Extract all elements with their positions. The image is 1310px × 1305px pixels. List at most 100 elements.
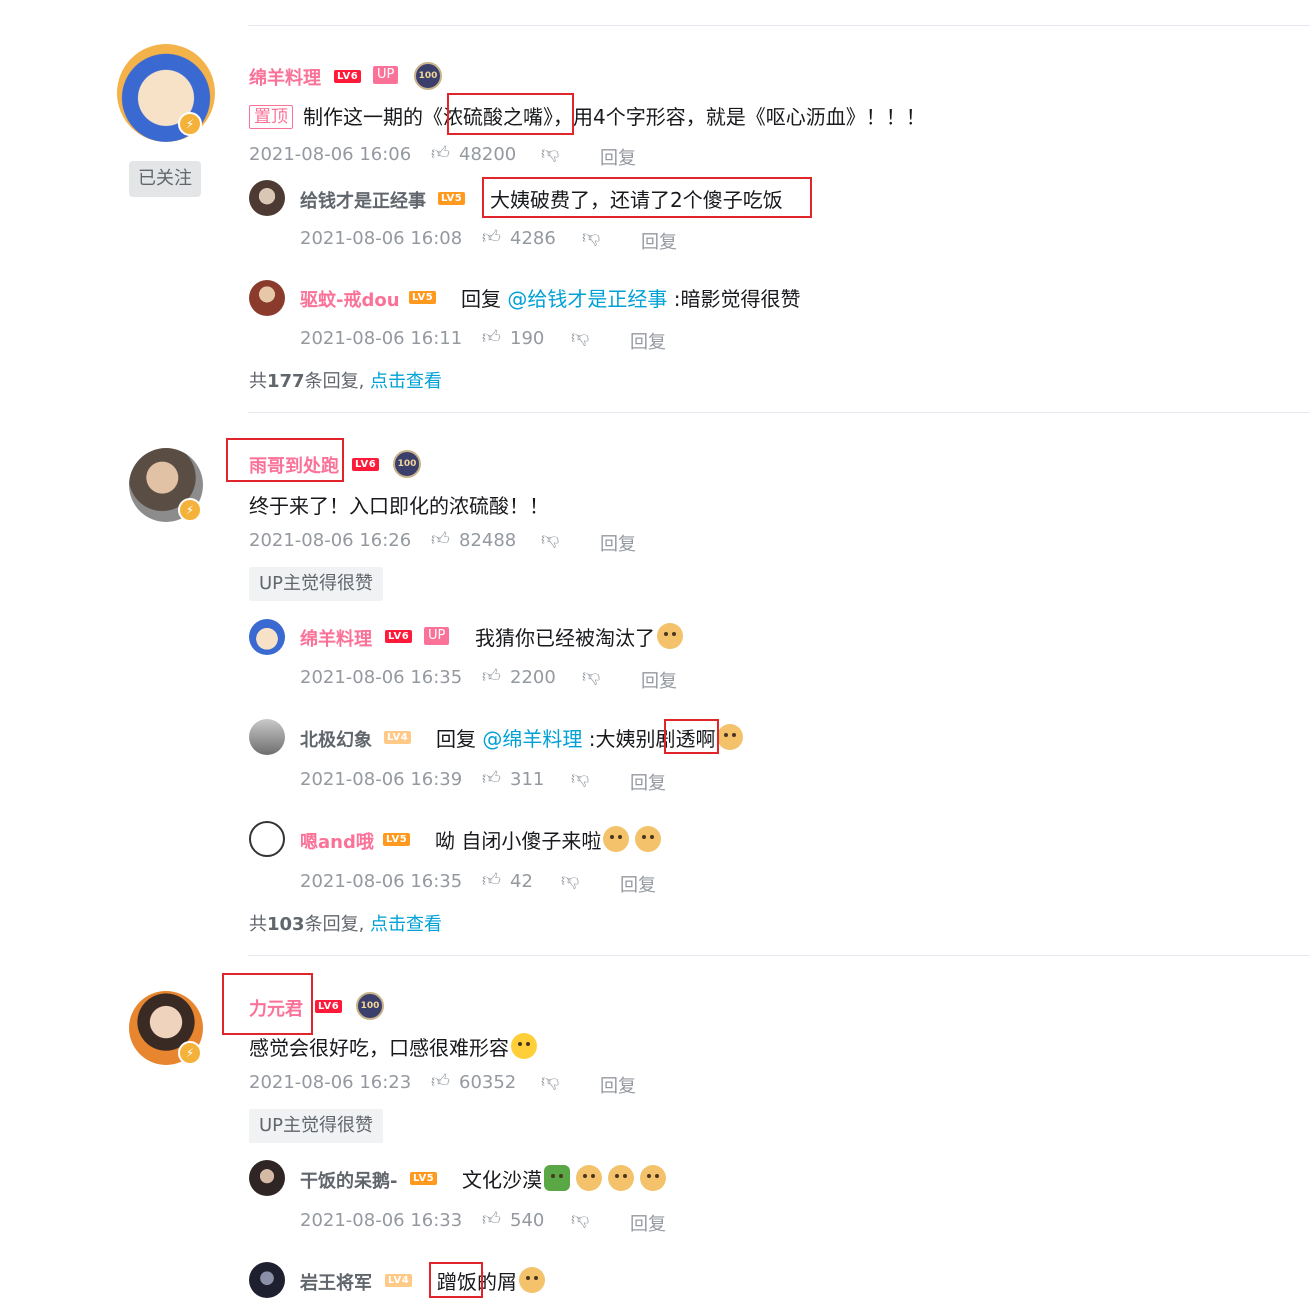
timestamp: 2021-08-06 16:26 (249, 530, 412, 551)
timestamp: 2021-08-06 16:35 (300, 871, 463, 892)
verify-icon: ⚡ (178, 112, 202, 136)
follow-button[interactable]: 已关注 (129, 161, 201, 197)
verify-icon: ⚡ (178, 1041, 202, 1065)
avatar[interactable] (249, 619, 285, 655)
thumbs-down-icon[interactable]: 👎︎ (582, 226, 600, 248)
thumbs-up-icon[interactable]: 👍︎ (482, 326, 501, 348)
up-badge: UP (424, 627, 450, 645)
highlight-box (482, 177, 812, 218)
thumbs-up-icon[interactable]: 👍︎ (482, 226, 501, 248)
level-badge: LV6 (334, 70, 362, 83)
highlight-box (664, 719, 719, 754)
reply-name[interactable]: 嗯and哦 (300, 828, 374, 854)
view-more-replies: 共177条回复, 点击查看 (249, 371, 443, 392)
like-count: 82488 (459, 530, 517, 551)
reply-name[interactable]: 北极幻象 (300, 726, 372, 752)
avatar[interactable] (249, 1160, 285, 1196)
cactus-emoji-icon (544, 1165, 570, 1191)
comment-text: 置顶 制作这一期的《浓硫酸之嘴》，用4个字形容，就是《呕心沥血》！！！ (249, 101, 926, 130)
thumbs-down-icon[interactable]: 👎︎ (571, 326, 589, 348)
view-more-link[interactable]: 点击查看 (370, 371, 442, 392)
doge-emoji-icon (519, 1267, 545, 1293)
pinned-badge: 置顶 (249, 105, 293, 129)
highlight-box (226, 438, 344, 482)
doge-emoji-icon (576, 1165, 602, 1191)
like-count: 190 (510, 328, 545, 349)
commenter-name[interactable]: 绵羊料理 (249, 64, 321, 90)
like-count: 48200 (459, 144, 517, 165)
doge-emoji-icon (717, 724, 744, 750)
medal-icon: 100 (356, 992, 384, 1020)
thumbs-down-icon[interactable]: 👎︎ (582, 665, 600, 687)
highlight-box (447, 93, 574, 135)
reply-name[interactable]: 岩王将军 (300, 1269, 372, 1295)
level-badge: LV5 (410, 1172, 438, 1185)
timestamp: 2021-08-06 16:08 (300, 228, 463, 249)
level-badge: LV5 (383, 833, 411, 846)
up-liked-badge: UP主觉得很赞 (249, 567, 384, 601)
thumbs-down-icon[interactable]: 👎︎ (541, 528, 559, 550)
divider (248, 412, 1310, 413)
reply-button[interactable]: 回复 (600, 530, 636, 556)
like-count: 60352 (459, 1072, 517, 1093)
reply-text: 呦 自闭小傻子来啦 (435, 825, 662, 854)
divider (248, 955, 1310, 956)
thumbs-down-icon[interactable]: 👎︎ (571, 767, 589, 789)
timestamp: 2021-08-06 16:23 (249, 1072, 412, 1093)
mention-link[interactable]: @绵羊料理 (482, 727, 582, 751)
avatar[interactable] (249, 280, 285, 316)
thumbs-up-icon[interactable]: 👍︎ (431, 528, 450, 550)
thumbs-down-icon[interactable]: 👎︎ (541, 1070, 559, 1092)
reply-button[interactable]: 回复 (641, 228, 677, 254)
doge-emoji-icon (640, 1165, 666, 1191)
view-more-link[interactable]: 点击查看 (370, 914, 442, 935)
thumbs-up-icon[interactable]: 👍︎ (431, 142, 450, 164)
avatar[interactable] (249, 719, 285, 755)
like-count: 311 (510, 769, 545, 790)
like-count: 42 (510, 871, 533, 892)
doge-emoji-icon (603, 826, 630, 852)
doge-emoji-icon (657, 623, 683, 649)
thumbs-down-icon[interactable]: 👎︎ (541, 142, 559, 164)
highlight-box (429, 1262, 483, 1298)
thumbs-up-icon[interactable]: 👍︎ (482, 767, 501, 789)
divider (248, 25, 1310, 26)
reply-name[interactable]: 绵羊料理 (300, 625, 372, 651)
doge-emoji-icon (608, 1165, 634, 1191)
medal-icon: 100 (393, 450, 421, 478)
timestamp: 2021-08-06 16:06 (249, 144, 412, 165)
reply-button[interactable]: 回复 (630, 1210, 666, 1236)
reply-button[interactable]: 回复 (620, 871, 656, 897)
timestamp: 2021-08-06 16:33 (300, 1210, 463, 1231)
mention-link[interactable]: @给钱才是正经事 (507, 287, 667, 311)
thumbs-up-icon[interactable]: 👍︎ (482, 869, 501, 891)
level-badge: LV4 (385, 1274, 413, 1287)
level-badge: LV6 (385, 630, 413, 643)
avatar[interactable] (249, 1262, 285, 1298)
reply-button[interactable]: 回复 (600, 144, 636, 170)
thumbs-up-icon[interactable]: 👍︎ (482, 1208, 501, 1230)
timestamp: 2021-08-06 16:11 (300, 328, 463, 349)
reply-name[interactable]: 驱蚊-戒dou (300, 286, 400, 312)
reply-button[interactable]: 回复 (630, 769, 666, 795)
thumbs-down-icon[interactable]: 👎︎ (571, 1208, 589, 1230)
avatar[interactable] (249, 821, 285, 857)
reply-name[interactable]: 给钱才是正经事 (300, 187, 426, 213)
comment-text: 终于来了！入口即化的浓硫酸！！ (249, 494, 549, 518)
up-badge: UP (373, 66, 399, 84)
medal-icon: 100 (414, 62, 442, 90)
timestamp: 2021-08-06 16:35 (300, 667, 463, 688)
level-badge: LV5 (438, 192, 466, 205)
thumbs-down-icon[interactable]: 👎︎ (561, 869, 579, 891)
reply-text: 我猜你已经被淘汰了 (475, 622, 683, 651)
thumbs-up-icon[interactable]: 👍︎ (431, 1070, 450, 1092)
like-count: 2200 (510, 667, 556, 688)
reply-name[interactable]: 干饭的呆鹅- (300, 1167, 397, 1193)
reply-button[interactable]: 回复 (630, 328, 666, 354)
avatar[interactable] (249, 180, 285, 216)
reply-button[interactable]: 回复 (641, 667, 677, 693)
timestamp: 2021-08-06 16:39 (300, 769, 463, 790)
thumbs-up-icon[interactable]: 👍︎ (482, 665, 501, 687)
verify-icon: ⚡ (178, 498, 202, 522)
reply-button[interactable]: 回复 (600, 1072, 636, 1098)
